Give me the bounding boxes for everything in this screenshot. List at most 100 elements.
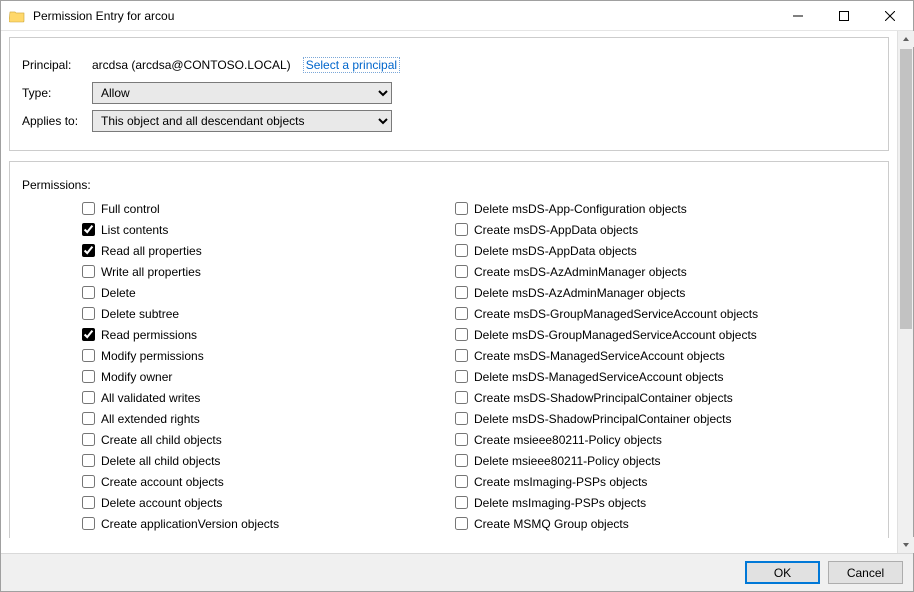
permission-item[interactable]: Delete account objects [22,492,443,513]
permission-checkbox[interactable] [455,265,468,278]
permission-item[interactable]: Delete msDS-AzAdminManager objects [455,282,876,303]
permission-checkbox[interactable] [455,391,468,404]
window-title: Permission Entry for arcou [33,9,174,23]
permission-item[interactable]: Delete msImaging-PSPs objects [455,492,876,513]
permission-item[interactable]: Delete all child objects [22,450,443,471]
applies-to-select[interactable]: This object and all descendant objects [92,110,392,132]
permission-label: Modify owner [101,370,172,384]
permission-label: Delete all child objects [101,454,220,468]
permission-checkbox[interactable] [82,517,95,530]
permission-item[interactable]: Create all child objects [22,429,443,450]
permission-checkbox[interactable] [455,433,468,446]
permission-checkbox[interactable] [82,370,95,383]
permission-item[interactable]: Create MSMQ Group objects [455,513,876,534]
ok-button[interactable]: OK [745,561,820,584]
permission-item[interactable]: Delete subtree [22,303,443,324]
permission-item[interactable]: Modify permissions [22,345,443,366]
permission-item[interactable]: List contents [22,219,443,240]
permission-item[interactable]: Write all properties [22,261,443,282]
permission-checkbox[interactable] [82,391,95,404]
vertical-scrollbar[interactable] [897,31,913,553]
permission-checkbox[interactable] [455,412,468,425]
permission-checkbox[interactable] [455,454,468,467]
permission-checkbox[interactable] [82,244,95,257]
permissions-label: Permissions: [22,178,876,192]
permissions-column-2: Delete msDS-App-Configuration objects Cre… [455,198,876,534]
titlebar: Permission Entry for arcou [1,1,913,31]
cancel-button[interactable]: Cancel [828,561,903,584]
permission-checkbox[interactable] [82,412,95,425]
permission-checkbox[interactable] [455,475,468,488]
permission-checkbox[interactable] [455,223,468,236]
permission-label: Delete account objects [101,496,222,510]
minimize-button[interactable] [775,1,821,31]
scroll-up-arrow[interactable] [898,31,914,47]
permission-label: All extended rights [101,412,200,426]
permission-label: Create MSMQ Group objects [474,517,629,531]
permission-checkbox[interactable] [82,223,95,236]
permission-checkbox[interactable] [82,496,95,509]
permission-label: All validated writes [101,391,200,405]
permission-label: Create all child objects [101,433,222,447]
type-select[interactable]: Allow [92,82,392,104]
permission-checkbox[interactable] [455,496,468,509]
principal-label: Principal: [22,58,92,72]
permission-checkbox[interactable] [455,349,468,362]
permission-checkbox[interactable] [82,349,95,362]
permission-item[interactable]: Delete msDS-AppData objects [455,240,876,261]
permission-item[interactable]: Create msDS-AzAdminManager objects [455,261,876,282]
permission-item[interactable]: Read all properties [22,240,443,261]
permission-label: Create msDS-AppData objects [474,223,638,237]
applies-to-label: Applies to: [22,114,92,128]
principal-value: arcdsa (arcdsa@CONTOSO.LOCAL) [92,58,291,72]
permission-checkbox[interactable] [455,307,468,320]
permission-label: Read all properties [101,244,202,258]
permission-item[interactable]: Create msImaging-PSPs objects [455,471,876,492]
permission-item[interactable]: Delete msieee80211-Policy objects [455,450,876,471]
permission-item[interactable]: Full control [22,198,443,219]
permission-checkbox[interactable] [455,370,468,383]
permission-checkbox[interactable] [82,286,95,299]
permission-item[interactable]: Create msDS-AppData objects [455,219,876,240]
permission-checkbox[interactable] [82,202,95,215]
permission-item[interactable]: Create msieee80211-Policy objects [455,429,876,450]
permission-checkbox[interactable] [82,307,95,320]
permission-checkbox[interactable] [455,328,468,341]
maximize-button[interactable] [821,1,867,31]
permission-checkbox[interactable] [82,433,95,446]
permission-checkbox[interactable] [455,244,468,257]
permission-item[interactable]: Delete msDS-GroupManagedServiceAccount o… [455,324,876,345]
scrollbar-thumb[interactable] [900,49,912,329]
permission-item[interactable]: Delete [22,282,443,303]
close-button[interactable] [867,1,913,31]
scroll-down-arrow[interactable] [898,537,914,553]
permission-label: Delete msDS-AzAdminManager objects [474,286,685,300]
permission-item[interactable]: Create applicationVersion objects [22,513,443,534]
select-principal-link[interactable]: Select a principal [303,57,400,73]
permissions-group: Permissions: Full controlList contents Re… [9,161,889,538]
permission-checkbox[interactable] [82,475,95,488]
principal-group: Principal: arcdsa (arcdsa@CONTOSO.LOCAL)… [9,37,889,151]
permission-label: Delete msImaging-PSPs objects [474,496,646,510]
permission-label: Create msieee80211-Policy objects [474,433,662,447]
permission-item[interactable]: Delete msDS-App-Configuration objects [455,198,876,219]
permission-item[interactable]: Create account objects [22,471,443,492]
permission-item[interactable]: All extended rights [22,408,443,429]
permission-checkbox[interactable] [82,265,95,278]
permission-label: Create msDS-AzAdminManager objects [474,265,687,279]
permission-item[interactable]: Create msDS-GroupManagedServiceAccount o… [455,303,876,324]
permission-checkbox[interactable] [455,202,468,215]
permission-item[interactable]: All validated writes [22,387,443,408]
permission-label: Write all properties [101,265,201,279]
permission-item[interactable]: Read permissions [22,324,443,345]
permission-checkbox[interactable] [455,517,468,530]
permission-checkbox[interactable] [455,286,468,299]
permission-checkbox[interactable] [82,454,95,467]
permission-item[interactable]: Modify owner [22,366,443,387]
permission-item[interactable]: Delete msDS-ShadowPrincipalContainer obj… [455,408,876,429]
permission-checkbox[interactable] [82,328,95,341]
permission-item[interactable]: Create msDS-ManagedServiceAccount object… [455,345,876,366]
permission-label: Delete msDS-ManagedServiceAccount object… [474,370,723,384]
permission-item[interactable]: Delete msDS-ManagedServiceAccount object… [455,366,876,387]
permission-item[interactable]: Create msDS-ShadowPrincipalContainer obj… [455,387,876,408]
